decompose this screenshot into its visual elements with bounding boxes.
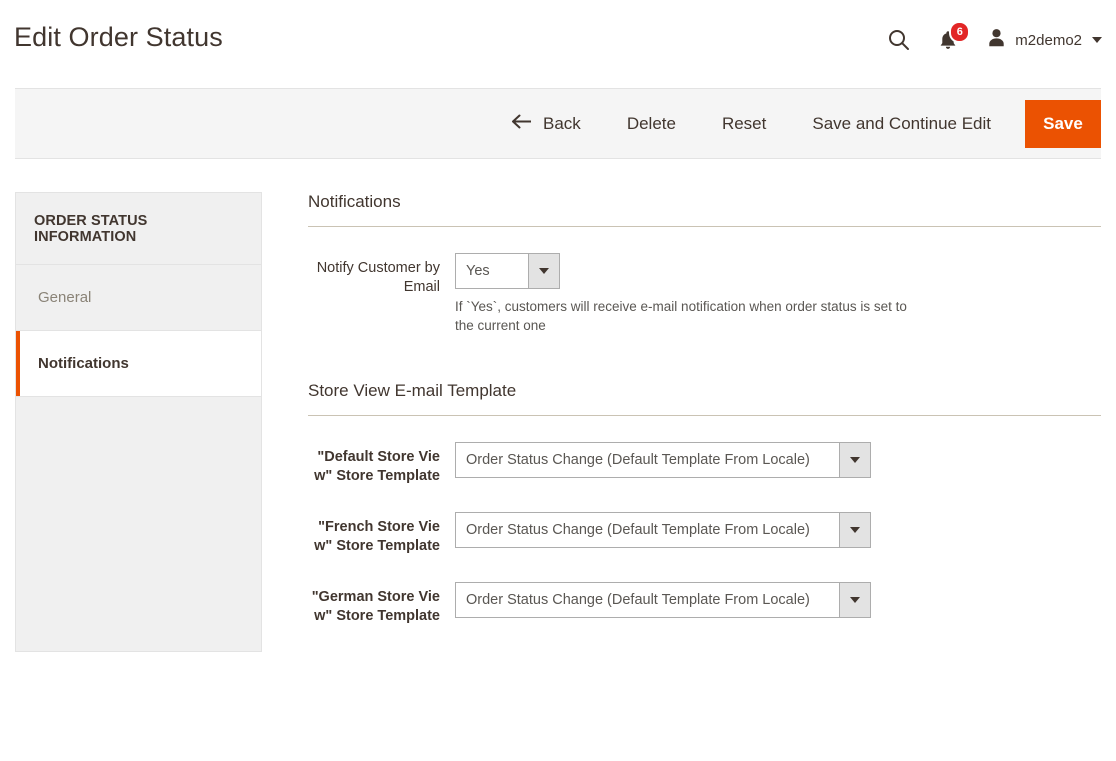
form-content: Notifications Notify Customer by Email Y… — [262, 192, 1101, 652]
chevron-down-icon — [1092, 37, 1102, 43]
notify-customer-by-email-select[interactable]: Yes — [455, 253, 560, 289]
notification-count-badge: 6 — [949, 21, 970, 43]
back-button-label: Back — [543, 114, 581, 134]
search-button[interactable] — [876, 20, 922, 60]
german-store-view-template-select[interactable]: Order Status Change (Default Template Fr… — [455, 582, 871, 618]
notify-customer-by-email-note: If `Yes`, customers will receive e-mail … — [455, 297, 915, 335]
user-menu[interactable]: m2demo2 — [978, 27, 1102, 53]
sidebar-footer-strip — [16, 397, 261, 412]
notifications-fieldset: Notifications Notify Customer by Email Y… — [308, 192, 1101, 335]
german-store-view-template-label: "German Store View" Store Template — [308, 582, 455, 625]
sidebar-item-general[interactable]: General — [16, 265, 261, 331]
notify-customer-by-email-control: Yes If `Yes`, customers will receive e-m… — [455, 253, 1101, 335]
german-store-view-template-control: Order Status Change (Default Template Fr… — [455, 582, 1101, 618]
delete-button-label: Delete — [627, 114, 676, 134]
french-store-view-template-control: Order Status Change (Default Template Fr… — [455, 512, 1101, 548]
delete-button[interactable]: Delete — [604, 114, 699, 134]
default-store-view-template-value: Order Status Change (Default Template Fr… — [456, 443, 839, 477]
page-title: Edit Order Status — [14, 22, 223, 53]
page-actions-toolbar: Back Delete Reset Save and Continue Edit… — [15, 88, 1101, 159]
notify-customer-by-email-label: Notify Customer by Email — [308, 253, 455, 296]
french-store-view-template-label: "French Store View" Store Template — [308, 512, 455, 555]
french-store-view-template-value: Order Status Change (Default Template Fr… — [456, 513, 839, 547]
chevron-down-icon — [839, 513, 870, 547]
french-store-view-template-select[interactable]: Order Status Change (Default Template Fr… — [455, 512, 871, 548]
chevron-down-icon — [839, 443, 870, 477]
notify-customer-by-email-value: Yes — [456, 254, 528, 288]
sidebar-heading: ORDER STATUS INFORMATION — [16, 192, 261, 265]
back-button[interactable]: Back — [488, 113, 604, 134]
field-german-store-view-template: "German Store View" Store Template Order… — [308, 582, 1101, 625]
sidebar-item-general-label: General — [38, 289, 91, 306]
chevron-down-icon — [528, 254, 559, 288]
reset-button[interactable]: Reset — [699, 114, 789, 134]
field-default-store-view-template: "Default Store View" Store Template Orde… — [308, 442, 1101, 485]
order-status-information-tabs: ORDER STATUS INFORMATION General Notific… — [15, 192, 262, 652]
user-name-label: m2demo2 — [1015, 32, 1082, 49]
notifications-button[interactable]: 6 — [922, 20, 978, 60]
page-main: ORDER STATUS INFORMATION General Notific… — [0, 159, 1116, 652]
save-and-continue-edit-button[interactable]: Save and Continue Edit — [789, 114, 1014, 134]
page-header: Edit Order Status 6 — [0, 0, 1116, 88]
default-store-view-template-control: Order Status Change (Default Template Fr… — [455, 442, 1101, 478]
sidebar-item-notifications-label: Notifications — [38, 355, 129, 372]
field-notify-customer-by-email: Notify Customer by Email Yes If `Yes`, c… — [308, 253, 1101, 335]
save-and-continue-edit-label: Save and Continue Edit — [812, 114, 991, 134]
store-view-email-template-legend: Store View E-mail Template — [308, 381, 1101, 416]
reset-button-label: Reset — [722, 114, 766, 134]
save-button[interactable]: Save — [1025, 100, 1101, 148]
default-store-view-template-select[interactable]: Order Status Change (Default Template Fr… — [455, 442, 871, 478]
field-french-store-view-template: "French Store View" Store Template Order… — [308, 512, 1101, 555]
default-store-view-template-label: "Default Store View" Store Template — [308, 442, 455, 485]
german-store-view-template-value: Order Status Change (Default Template Fr… — [456, 583, 839, 617]
bell-icon: 6 — [938, 27, 962, 53]
user-avatar-icon — [986, 27, 1007, 53]
header-actions: 6 m2demo2 — [876, 20, 1102, 60]
notifications-legend: Notifications — [308, 192, 1101, 227]
sidebar-item-notifications[interactable]: Notifications — [16, 331, 261, 397]
store-view-email-template-fieldset: Store View E-mail Template "Default Stor… — [308, 381, 1101, 625]
arrow-left-icon — [511, 114, 532, 134]
chevron-down-icon — [839, 583, 870, 617]
search-icon — [888, 29, 910, 51]
